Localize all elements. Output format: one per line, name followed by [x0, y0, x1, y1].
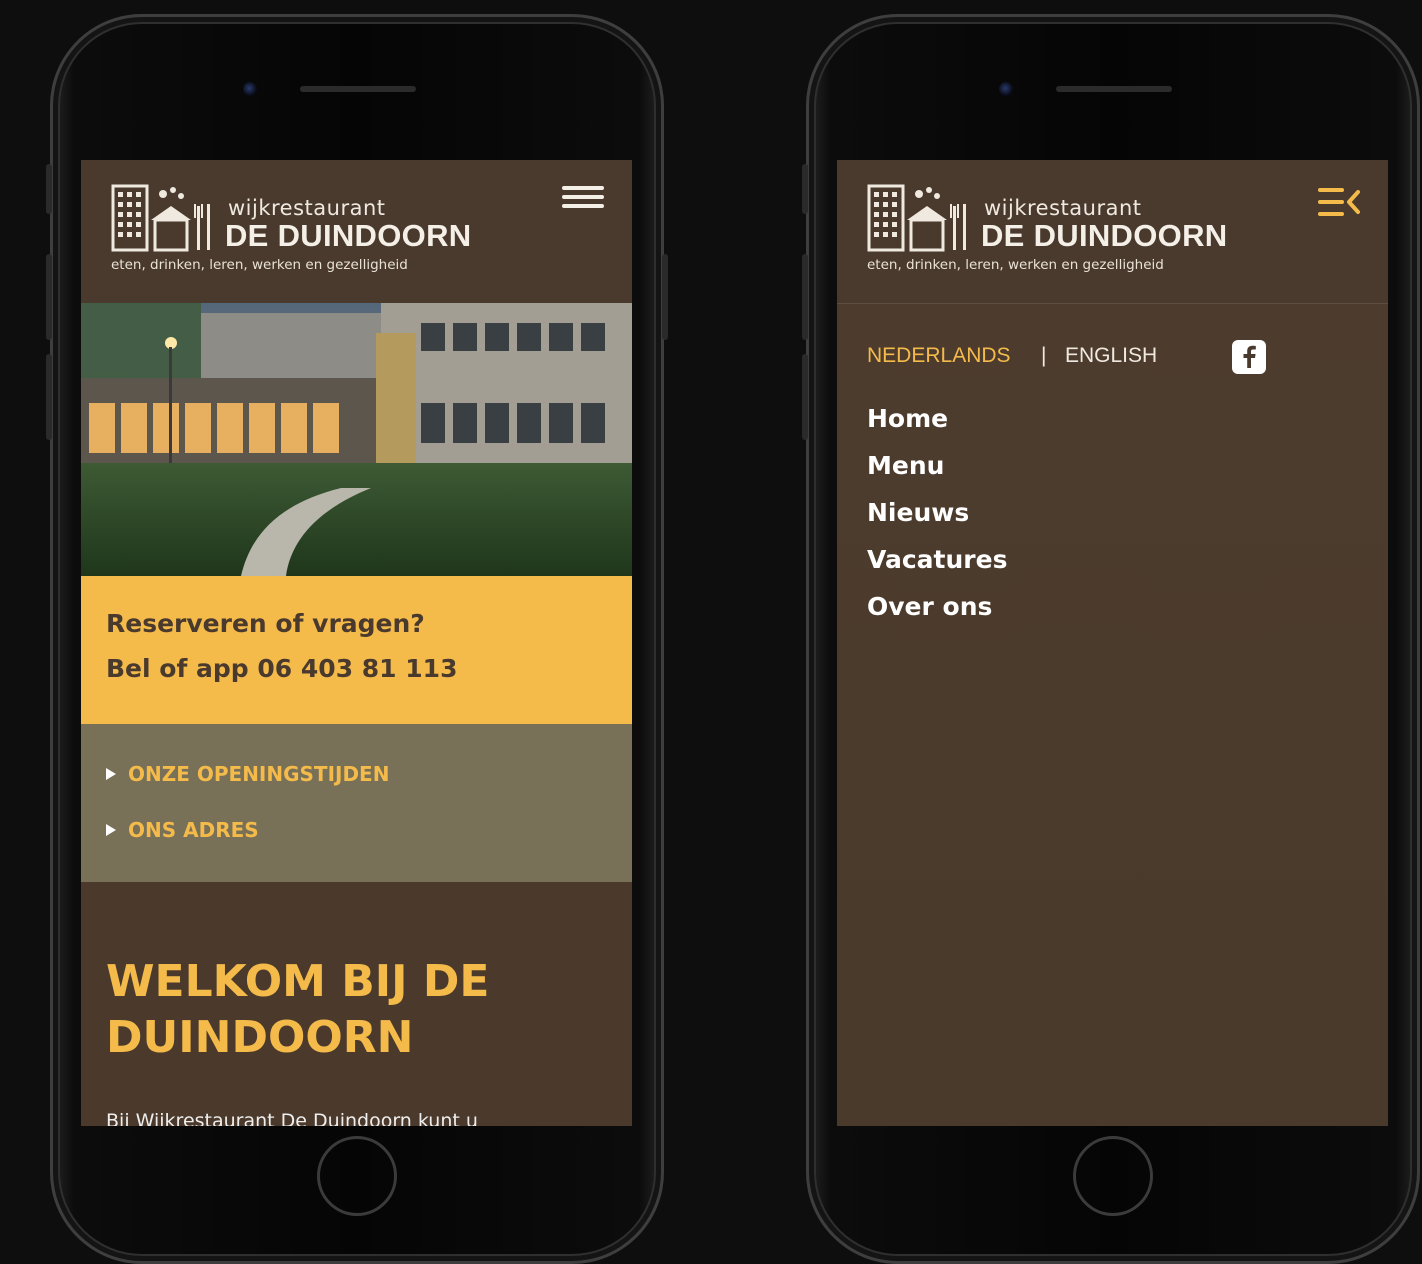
accordion-opening-hours[interactable]: ONZE OPENINGSTIJDEN	[106, 762, 389, 786]
accordion-label: ONS ADRES	[128, 818, 259, 842]
menu-close-icon-graphic	[1318, 188, 1360, 216]
language-nederlands[interactable]: NEDERLANDS	[867, 344, 1011, 368]
logo-title: DE DUINDOORN	[225, 218, 472, 253]
reservation-callout: Reserveren of vragen? Bel of app 06 403 …	[81, 576, 632, 724]
nav-item-vacatures[interactable]: Vacatures	[867, 545, 1007, 592]
site-logo[interactable]: wijkrestaurant DE DUINDOORN eten, drinke…	[867, 184, 1247, 284]
info-accordion: ONZE OPENINGSTIJDEN ONS ADRES	[81, 724, 632, 882]
nav-item-over-ons[interactable]: Over ons	[867, 592, 1007, 639]
phone-frame-left: wijkrestaurant DE DUINDOORN eten, drinke…	[46, 14, 668, 1264]
building-logo-icon	[111, 184, 210, 252]
logo-tagline: eten, drinken, leren, werken en gezellig…	[867, 257, 1164, 273]
facebook-icon[interactable]	[1232, 340, 1266, 374]
menu-close-icon[interactable]	[1318, 186, 1360, 218]
welcome-heading: WELKOM BIJ DE DUINDOORN	[106, 956, 490, 1063]
callout-phone[interactable]: Bel of app 06 403 81 113	[106, 654, 457, 683]
volume-down-button	[46, 354, 52, 440]
welcome-intro: Bij Wijkrestaurant De Duindoorn kunt u	[106, 1110, 478, 1126]
nav-item-menu[interactable]: Menu	[867, 451, 1007, 498]
accordion-label: ONZE OPENINGSTIJDEN	[128, 762, 390, 786]
accordion-address[interactable]: ONS ADRES	[106, 818, 259, 842]
facebook-glyph	[1243, 345, 1256, 368]
hamburger-icon[interactable]	[562, 186, 604, 218]
phone-frame-right: wijkrestaurant DE DUINDOORN eten, drinke…	[802, 14, 1420, 1264]
home-button	[317, 1136, 397, 1216]
callout-line-1: Reserveren of vragen?	[106, 609, 425, 638]
hero-image	[81, 303, 632, 576]
volume-up-button	[46, 254, 52, 340]
volume-down-button	[802, 354, 808, 440]
main-nav: Home Menu Nieuws Vacatures Over ons	[867, 404, 1007, 639]
logo-tagline: eten, drinken, leren, werken en gezellig…	[111, 257, 408, 273]
earpiece-speaker	[1056, 86, 1172, 92]
home-button	[1073, 1136, 1153, 1216]
screen-home: wijkrestaurant DE DUINDOORN eten, drinke…	[81, 160, 632, 1126]
earpiece-speaker	[300, 86, 416, 92]
language-english[interactable]: ENGLISH	[1065, 344, 1157, 368]
logo-subtitle: wijkrestaurant	[984, 196, 1142, 220]
nav-item-home[interactable]: Home	[867, 404, 1007, 451]
triangle-right-icon	[106, 824, 116, 836]
nav-item-nieuws[interactable]: Nieuws	[867, 498, 1007, 545]
navigation-panel: NEDERLANDS | ENGLISH Home Menu Nieuws Va…	[837, 303, 1388, 1126]
mute-switch	[46, 164, 52, 214]
site-logo[interactable]: wijkrestaurant DE DUINDOORN eten, drinke…	[111, 184, 491, 284]
power-button	[662, 254, 668, 340]
logo-subtitle: wijkrestaurant	[228, 196, 386, 220]
mute-switch	[802, 164, 808, 214]
restaurant-building-photo	[81, 303, 632, 576]
logo-title: DE DUINDOORN	[981, 218, 1228, 253]
language-separator: |	[1041, 344, 1047, 367]
front-camera	[243, 82, 257, 96]
triangle-right-icon	[106, 768, 116, 780]
front-camera	[999, 82, 1013, 96]
screen-menu: wijkrestaurant DE DUINDOORN eten, drinke…	[837, 160, 1388, 1126]
building-logo-icon	[867, 184, 966, 252]
site-header: wijkrestaurant DE DUINDOORN eten, drinke…	[837, 160, 1388, 303]
volume-up-button	[802, 254, 808, 340]
site-header: wijkrestaurant DE DUINDOORN eten, drinke…	[81, 160, 632, 303]
welcome-section: WELKOM BIJ DE DUINDOORN Bij Wijkrestaura…	[81, 882, 632, 1126]
